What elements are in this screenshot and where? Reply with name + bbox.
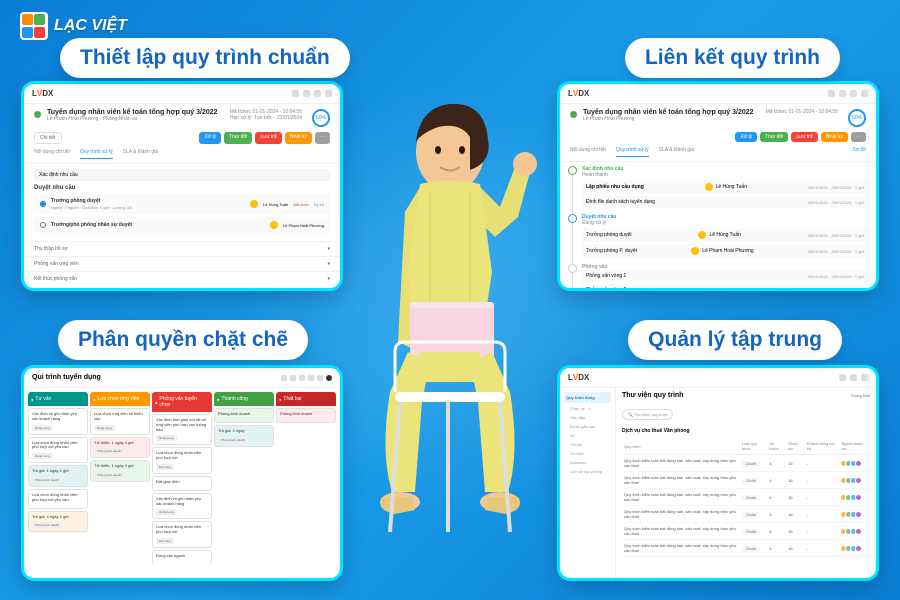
- app-logo: LVDX: [32, 89, 53, 98]
- kanban-card[interactable]: Đặt giao diện: [152, 476, 212, 491]
- timeline-card[interactable]: Lập phiếu nhu cầu dụng Lê Hùng Tuấn 28/0…: [582, 180, 868, 194]
- person-illustration: [320, 92, 580, 572]
- status-dot: [34, 111, 41, 118]
- search-input[interactable]: 🔍 Tìm kiếm quy trình: [622, 409, 673, 420]
- tab-rate[interactable]: SLA & Đánh giá: [123, 149, 158, 159]
- avatar: [250, 200, 258, 208]
- collapse-row[interactable]: Phỏng vấn ứng viên▾: [24, 256, 340, 271]
- kanban-card[interactable]: Tối thiểu: 1 ngày 4 giờPhòng kinh doanh: [90, 437, 150, 459]
- kanban-card[interactable]: Xác định và ghi nhận yêu cầu khách hàngH…: [152, 493, 212, 520]
- section-need: Xác định nhu cầu: [34, 169, 330, 181]
- table-row[interactable]: Quy trình kiểm toán bất động sản, sản xu…: [622, 455, 870, 472]
- kanban-card[interactable]: Lựa chọn đúng nhân viên phù hợp với yêu …: [28, 437, 88, 464]
- table-row[interactable]: Quy trình kiểm toán bất động sản, sản xu…: [622, 506, 870, 523]
- kanban-column-header[interactable]: Lựa chọn ứng viên: [90, 392, 150, 406]
- section-approve: Duyệt nhu cầu: [34, 185, 330, 191]
- kanban-card[interactable]: Tối thiểu: 1 ngày 4 giờPhòng kinh doanh: [90, 460, 150, 482]
- step-radio[interactable]: [40, 201, 46, 207]
- kanban-column-header[interactable]: Tư vấn: [28, 392, 88, 406]
- timeline-card[interactable]: Đính file danh sách tuyển dụng 28/01/202…: [582, 196, 868, 208]
- tab-detail[interactable]: Chi tiết: [34, 132, 62, 144]
- panel-setup-workflow: LVDX Tuyển dụng nhân viên kế toán tổng h…: [24, 84, 340, 288]
- btn-handle[interactable]: Xử lý: [199, 132, 221, 144]
- kanban-card[interactable]: Lựa chọn đúng nhân viên phù hợp vớiĐức H…: [152, 521, 212, 548]
- kanban-column-header[interactable]: Thành công: [214, 392, 274, 406]
- kanban-card[interactable]: Trả giá: 4 ngàyPhòng kinh doanh: [214, 425, 274, 447]
- feature-label-manage: Quản lý tập trung: [628, 320, 842, 360]
- avatar: [270, 221, 278, 229]
- kanban-card[interactable]: Trả giá: 1 ngày 2 giờPhòng kinh doanh: [28, 465, 88, 487]
- btn-option[interactable]: Nhật ký: [285, 132, 312, 144]
- category-label: Dịch vụ cho thuê Văn phòng: [622, 428, 870, 434]
- btn-more[interactable]: Trao đổi: [224, 132, 252, 144]
- feature-label-setup: Thiết lập quy trình chuẩn: [60, 38, 350, 78]
- kanban-title: Qui trình tuyển dụng: [32, 374, 101, 381]
- ticket-meta: Mã ticket: 01-01-2024 - 10:04:55 Hạn xử …: [230, 109, 302, 121]
- logo-icon: [20, 12, 48, 40]
- step-radio[interactable]: [40, 222, 46, 228]
- tab-info[interactable]: Nội dung chi tiết: [34, 149, 70, 159]
- table-row[interactable]: Quy trình kiểm toán bất động sản, sản xu…: [622, 540, 870, 557]
- table-row[interactable]: Quy trình kiểm toán bất động sản, sản xu…: [622, 472, 870, 489]
- table-row[interactable]: Quy trình kiểm toán bất động sản, sản xu…: [622, 489, 870, 506]
- brand-logo: LẠC VIỆT: [20, 12, 127, 40]
- btn-map[interactable]: Sơ đồ: [852, 147, 866, 157]
- table-row[interactable]: Quy trình kiểm toán bất động sản, sản xu…: [622, 523, 870, 540]
- page-title: Thư viện quy trình: [622, 392, 683, 399]
- panel-manage-table: LVDX Quy trình động Phân hệ - 5Gần đâyĐư…: [560, 368, 876, 578]
- kanban-card[interactable]: Phòng kinh doanh: [214, 408, 274, 423]
- kanban-card[interactable]: Xác định và ghi nhận yêu cầu khách hàngH…: [28, 408, 88, 435]
- kanban-card[interactable]: Đúng các ngành: [152, 550, 212, 564]
- kanban-card[interactable]: Xác định thời gian với tất cả ứng viên p…: [152, 414, 212, 445]
- kanban-card[interactable]: Lựa chọn ứng viên tối thiểu vàoHùng Long: [90, 408, 150, 435]
- ticket-title: Tuyển dụng nhân viên kế toán tổng hợp qu…: [47, 109, 224, 116]
- brand-name: LẠC VIỆT: [54, 17, 127, 35]
- collapse-row[interactable]: Thu thập hồ sơ▾: [24, 241, 340, 256]
- kanban-card[interactable]: Trả giá: 4 ngày 2 giờPhòng kinh doanh: [28, 511, 88, 533]
- process-table: Quy trìnhLoại quy trìnhSố bướcNhân sựKhá…: [622, 438, 870, 557]
- workflow-step[interactable]: Trưởng phòng duyệt Người: 7 người · Dead…: [34, 194, 330, 214]
- btn-file[interactable]: Lưu trữ: [255, 132, 282, 144]
- panel-link-workflow: LVDX Tuyển dụng nhân viên kế toán tổng h…: [560, 84, 876, 288]
- panel-permission-kanban: Qui trình tuyển dụng Tư vấn Xác định và g…: [24, 368, 340, 578]
- feature-label-link: Liên kết quy trình: [625, 38, 840, 78]
- tab-process[interactable]: Quy trình xử lý: [80, 149, 113, 159]
- workflow-step[interactable]: Trưởng/phó phòng nhân sự duyệt Lê Phạm H…: [34, 217, 330, 233]
- feature-label-permission: Phân quyền chặt chẽ: [58, 320, 308, 360]
- kanban-card[interactable]: Lựa chọn đúng nhân viên phù hợp vớiĐức H…: [152, 447, 212, 474]
- kanban-column-header[interactable]: Phỏng vấn tuyển chọn: [152, 392, 212, 412]
- collapse-row[interactable]: Kết thúc phỏng vấn▾: [24, 271, 340, 286]
- kanban-board[interactable]: Tư vấn Xác định và ghi nhận yêu cầu khách…: [24, 388, 340, 564]
- kanban-card[interactable]: Lựa chọn đúng nhân viên phù hợp với yêu …: [28, 489, 88, 509]
